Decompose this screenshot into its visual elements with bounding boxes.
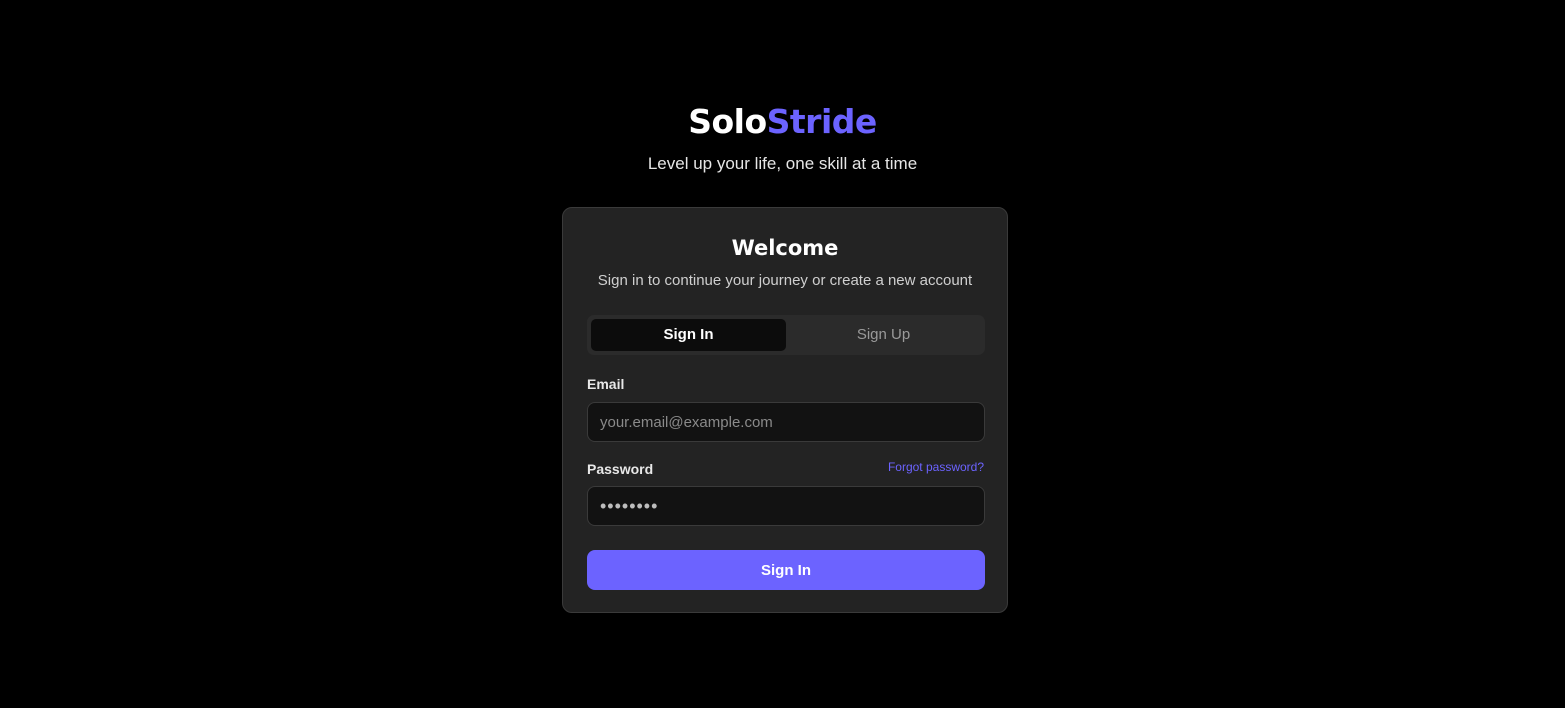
tab-sign-in[interactable]: Sign In xyxy=(591,319,786,351)
card-subtitle: Sign in to continue your journey or crea… xyxy=(597,272,973,289)
brand-name-part1: Solo xyxy=(688,102,767,141)
sign-in-button[interactable]: Sign In xyxy=(587,550,985,590)
app-logo: SoloStride xyxy=(0,100,1565,144)
login-page: SoloStride Level up your life, one skill… xyxy=(0,0,1565,708)
tab-sign-up[interactable]: Sign Up xyxy=(786,319,981,351)
tagline: Level up your life, one skill at a time xyxy=(647,154,918,173)
card-title: Welcome xyxy=(731,236,839,260)
email-field[interactable] xyxy=(587,402,985,442)
auth-tabs: Sign In Sign Up xyxy=(587,315,985,355)
password-field[interactable] xyxy=(587,486,985,526)
brand-name-part2: Stride xyxy=(766,102,878,141)
auth-card: Welcome Sign in to continue your journey… xyxy=(562,207,1008,613)
forgot-password-link[interactable]: Forgot password? xyxy=(888,459,984,475)
password-label: Password xyxy=(587,461,654,477)
email-label: Email xyxy=(587,376,625,392)
